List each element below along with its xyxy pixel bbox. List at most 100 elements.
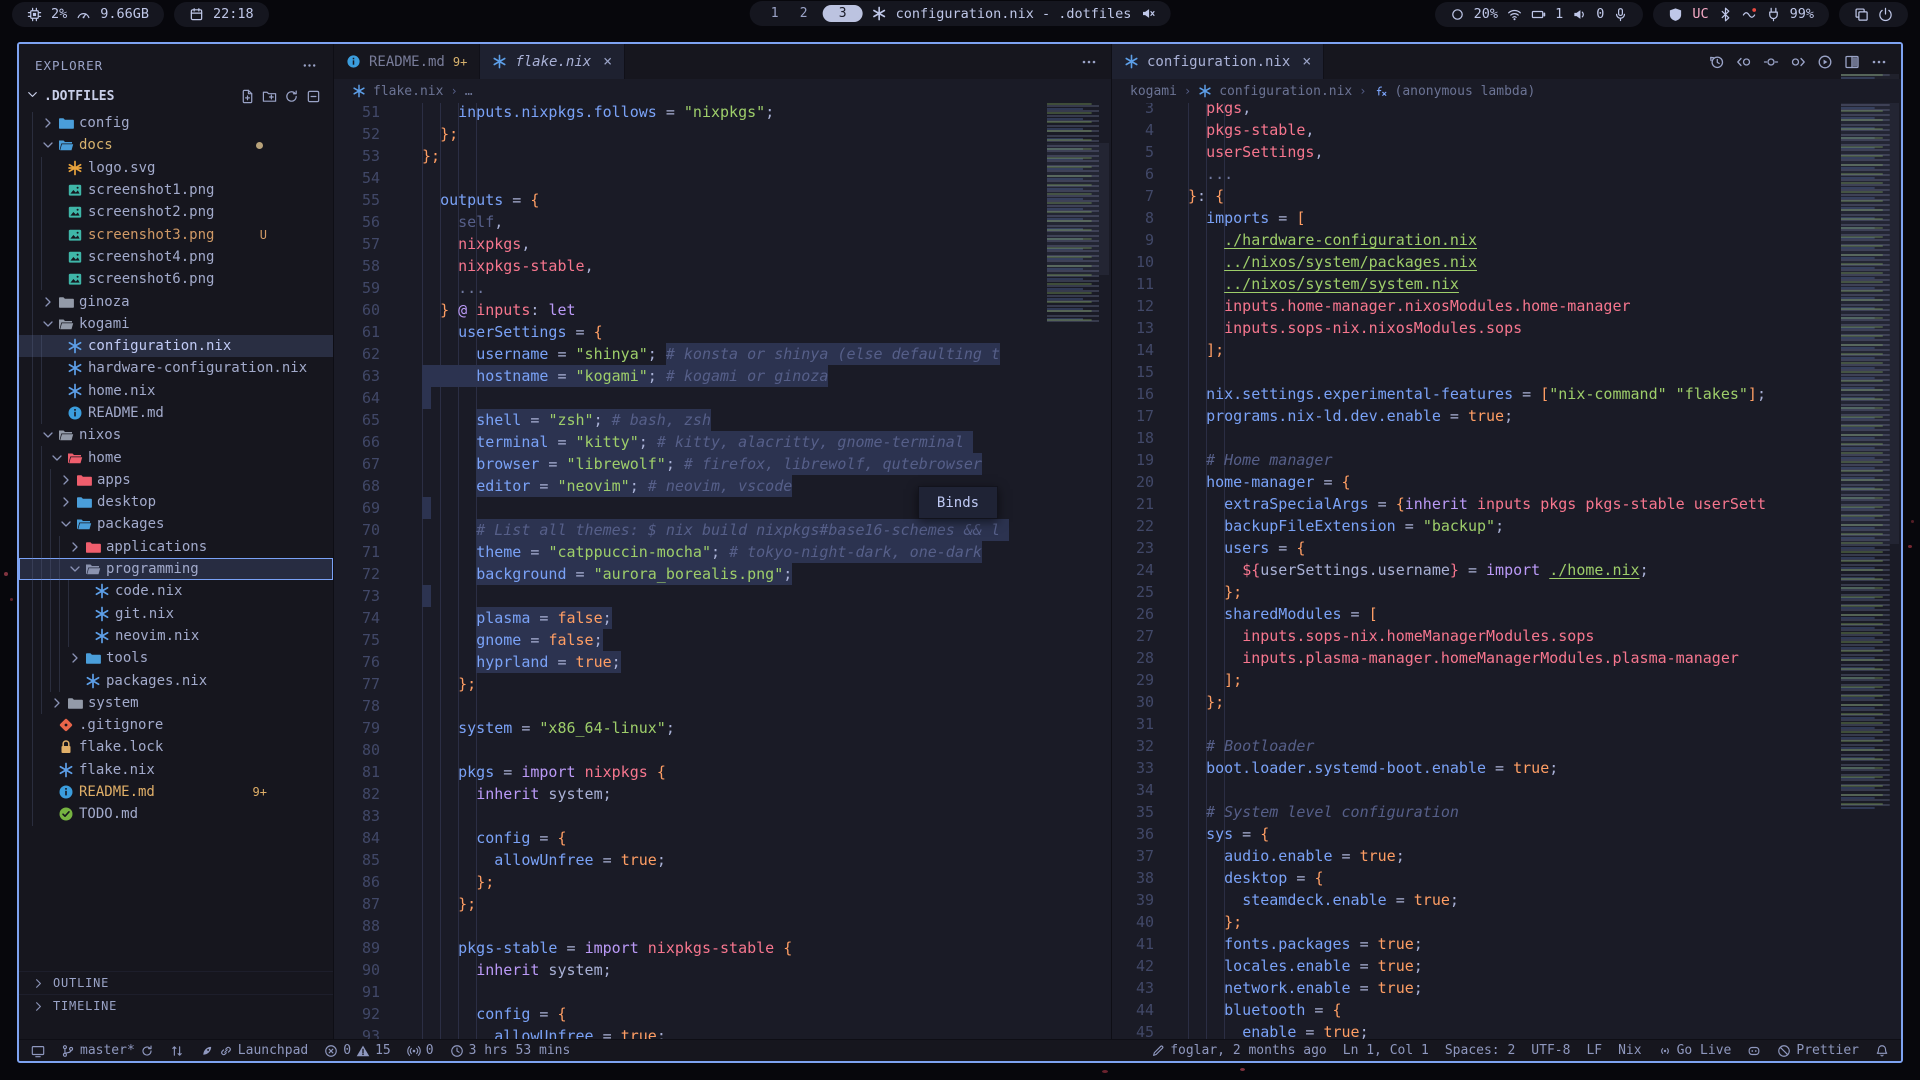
code-editor-flake-nix[interactable]: 51 inputs.nixpkgs.follows = "nixpkgs";52… [334,101,1111,1039]
status-item-ports[interactable]: 0 [407,1043,434,1058]
breadcrumb-segment[interactable]: … [465,84,473,99]
new-file-icon[interactable] [240,89,255,104]
file-link[interactable]: ../nixos/system/packages.nix [1224,253,1477,271]
tree-item-README.md[interactable]: README.md9+ [19,781,333,803]
tree-item-system[interactable]: system [19,692,333,714]
status-item-git-blame[interactable]: foglar, 2 months ago [1151,1043,1327,1058]
tree-item-git.nix[interactable]: git.nix [19,603,333,625]
tree-item-code.nix[interactable]: code.nix [19,580,333,602]
code-line-34: 34 [1112,779,1901,801]
close-tab-icon[interactable]: × [603,54,612,69]
status-item-indentation[interactable]: Spaces: 2 [1445,1043,1515,1058]
clock[interactable]: 22:18 [174,2,269,27]
tree-item-home[interactable]: home [19,446,333,468]
token: "nix-command" [1549,385,1666,403]
hardware-status[interactable]: 20%10 [1435,2,1644,27]
status-item-encoding[interactable]: UTF-8 [1531,1043,1570,1058]
token: ; [1450,891,1459,909]
status-item-launchpad[interactable]: Launchpad [200,1043,308,1058]
tree-item-screenshot6.png[interactable]: screenshot6.png [19,268,333,290]
line-number: 18 [1112,427,1154,449]
tree-item-screenshot4.png[interactable]: screenshot4.png [19,246,333,268]
nav-forward-icon[interactable] [1790,54,1806,70]
explorer-root-folder[interactable]: .DOTFILES [19,84,333,108]
workspace-2[interactable]: 2 [794,6,814,21]
breadcrumb-segment[interactable]: kogami [1130,84,1177,99]
connectivity-status[interactable]: UC99% [1653,2,1829,27]
status-item-git-compare[interactable] [170,1044,184,1058]
label: 3 hrs 53 mins [469,1043,571,1058]
workspaces-and-title[interactable]: 123configuration.nix - .dotfiles [750,1,1171,26]
tree-item-screenshot1.png[interactable]: screenshot1.png [19,179,333,201]
tree-item-screenshot3.png[interactable]: screenshot3.pngU [19,223,333,245]
tab-README.md[interactable]: README.md9+ [334,44,480,79]
collapse-folders-icon[interactable] [306,89,321,104]
tree-item-applications[interactable]: applications [19,536,333,558]
tree-item-README.md[interactable]: README.md [19,402,333,424]
status-item-git-branch[interactable]: master* [61,1043,154,1058]
code-editor-configuration-nix[interactable]: 3 pkgs,4 pkgs-stable,5 userSettings,6 ..… [1112,97,1901,1039]
breadcrumb-group-2[interactable]: kogami›configuration.nix›(anonymous lamb… [1112,79,1901,103]
breadcrumb-segment[interactable]: (anonymous lambda) [1395,84,1536,99]
tree-item-kogami[interactable]: kogami [19,313,333,335]
system-stats[interactable]: 2%9.66GB [12,2,164,27]
breadcrumb-segment[interactable]: flake.nix [373,84,443,99]
outline-section[interactable]: OUTLINE [19,971,333,994]
tree-item-tools[interactable]: tools [19,647,333,669]
group2-more-actions-icon[interactable] [1871,54,1887,70]
status-item-eol[interactable]: LF [1586,1043,1602,1058]
minimap-group-1[interactable] [1047,85,1109,325]
breadcrumb-group-1[interactable]: flake.nix›… [334,79,1111,103]
file-link[interactable]: ./hardware-configuration.nix [1224,231,1477,249]
status-item-notifications[interactable] [1875,1044,1889,1058]
tree-item-hardware-configuration.nix[interactable]: hardware-configuration.nix [19,357,333,379]
tree-item-config[interactable]: config [19,112,333,134]
token: ; [657,851,666,869]
file-link[interactable]: ../nixos/system/system.nix [1224,275,1459,293]
timeline-section[interactable]: TIMELINE [19,994,333,1017]
workspace-1[interactable]: 1 [765,6,785,21]
file-link[interactable]: ./home.nix [1549,561,1639,579]
new-folder-icon[interactable] [262,89,277,104]
tree-item-programming[interactable]: programming [19,558,333,580]
tree-item-nixos[interactable]: nixos [19,424,333,446]
tree-item-packages.nix[interactable]: packages.nix [19,669,333,691]
workspace-3-active[interactable]: 3 [823,5,863,22]
minimap-group-2[interactable] [1841,74,1899,809]
split-editor-icon[interactable] [1844,54,1860,70]
tree-item-TODO.md[interactable]: TODO.md [19,803,333,825]
sync-status-icon[interactable] [1763,54,1779,70]
group1-more-actions-icon[interactable] [1081,54,1097,70]
session-controls[interactable] [1839,2,1908,27]
tree-item-.gitignore[interactable]: .gitignore [19,714,333,736]
tree-item-home.nix[interactable]: home.nix [19,380,333,402]
refresh-explorer-icon[interactable] [284,89,299,104]
tree-item-neovim.nix[interactable]: neovim.nix [19,625,333,647]
tree-item-apps[interactable]: apps [19,469,333,491]
tree-item-configuration.nix[interactable]: configuration.nix [19,335,333,357]
status-item-prettier[interactable]: Prettier [1777,1043,1859,1058]
tree-item-packages[interactable]: packages [19,513,333,535]
tree-item-ginoza[interactable]: ginoza [19,290,333,312]
tab-flake.nix[interactable]: flake.nix× [480,44,625,79]
tree-item-logo.svg[interactable]: logo.svg [19,157,333,179]
status-item-remote-indicator[interactable] [31,1044,45,1058]
timeline-icon[interactable] [1709,54,1725,70]
tree-item-docs[interactable]: docs [19,134,333,156]
close-tab-icon[interactable]: × [1302,54,1311,69]
status-item-time-tracker[interactable]: 3 hrs 53 mins [450,1043,571,1058]
breadcrumb-segment[interactable]: configuration.nix [1219,84,1352,99]
tree-item-desktop[interactable]: desktop [19,491,333,513]
status-item-cursor-position[interactable]: Ln 1, Col 1 [1343,1043,1429,1058]
tab-configuration.nix[interactable]: configuration.nix× [1112,44,1324,79]
run-icon[interactable] [1817,54,1833,70]
status-item-language-mode[interactable]: Nix [1618,1043,1641,1058]
status-item-go-live[interactable]: Go Live [1658,1043,1732,1058]
status-item-problems[interactable]: 015 [324,1043,390,1058]
tree-item-flake.nix[interactable]: flake.nix [19,759,333,781]
status-item-copilot[interactable] [1747,1044,1761,1058]
nav-back-icon[interactable] [1736,54,1752,70]
tree-item-screenshot2.png[interactable]: screenshot2.png [19,201,333,223]
tree-item-flake.lock[interactable]: flake.lock [19,736,333,758]
line-number: 15 [1112,361,1154,383]
